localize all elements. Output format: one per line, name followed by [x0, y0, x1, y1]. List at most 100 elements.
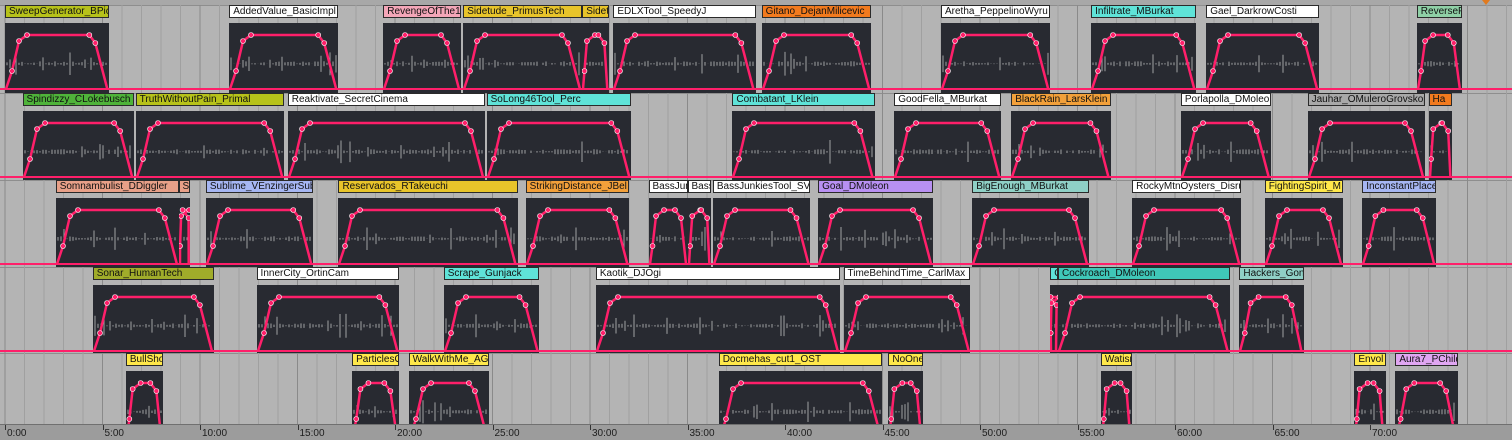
automation-breakpoint[interactable]	[59, 243, 66, 249]
audio-clip[interactable]: EDLXTool_SpeedyJ	[613, 5, 756, 93]
clip-waveform-area[interactable]	[178, 198, 191, 268]
audio-clip[interactable]: BassJunkiesTool_SV	[712, 180, 811, 268]
automation-breakpoint[interactable]	[495, 207, 501, 213]
automation-breakpoint[interactable]	[454, 300, 461, 306]
audio-clip[interactable]: Combatant_LKlein	[732, 93, 875, 181]
automation-breakpoint[interactable]	[155, 207, 162, 213]
automation-breakpoint[interactable]	[315, 32, 322, 38]
clip-name[interactable]: FightingSpirit_M	[1264, 180, 1343, 193]
automation-breakpoint[interactable]	[793, 215, 800, 221]
automation-breakpoint[interactable]	[382, 302, 388, 308]
automation-breakpoint[interactable]	[248, 32, 255, 38]
automation-breakpoint[interactable]	[210, 243, 216, 249]
audio-clip[interactable]: ReverseP	[1416, 5, 1462, 93]
automation-breakpoint[interactable]	[1248, 300, 1254, 306]
track-lane-2[interactable]: Spindizzy_CLokebusch TruthWithoutPain_Pri…	[0, 93, 1512, 181]
automation-breakpoint[interactable]	[671, 207, 678, 213]
automation-breakpoint[interactable]	[1450, 40, 1457, 46]
automation-breakpoint[interactable]	[847, 330, 854, 336]
automation-breakpoint[interactable]	[947, 294, 954, 300]
automation-breakpoint[interactable]	[913, 120, 919, 126]
automation-breakpoint[interactable]	[96, 330, 103, 336]
clip-name[interactable]: RockyMtnOysters_Disru	[1132, 180, 1242, 193]
automation-breakpoint[interactable]	[1283, 207, 1290, 213]
audio-clip[interactable]: StrikingDistance_JBel	[525, 180, 629, 268]
automation-breakpoint[interactable]	[816, 294, 823, 300]
automation-breakpoint[interactable]	[847, 32, 854, 38]
automation-breakpoint[interactable]	[652, 213, 659, 219]
automation-breakpoint[interactable]	[1311, 156, 1318, 162]
clip-name[interactable]: Scrape_Gunjack	[443, 267, 540, 280]
automation-breakpoint[interactable]	[862, 294, 869, 300]
automation-breakpoint[interactable]	[1111, 380, 1118, 386]
automation-breakpoint[interactable]	[688, 213, 695, 219]
clip-name[interactable]: Combatant_LKlein	[732, 93, 875, 106]
automation-breakpoint[interactable]	[353, 416, 360, 422]
automation-breakpoint[interactable]	[1217, 38, 1223, 44]
automation-breakpoint[interactable]	[765, 68, 772, 74]
automation-breakpoint[interactable]	[1102, 38, 1108, 44]
automation-envelope[interactable]	[818, 208, 933, 265]
audio-clip[interactable]: BigEnough_MBurkat	[972, 180, 1090, 268]
automation-breakpoint[interactable]	[829, 213, 835, 219]
automation-breakpoint[interactable]	[899, 380, 906, 386]
automation-breakpoint[interactable]	[92, 40, 99, 46]
automation-breakpoint[interactable]	[146, 126, 153, 132]
automation-breakpoint[interactable]	[185, 215, 191, 221]
automation-breakpoint[interactable]	[419, 386, 426, 392]
clip-name[interactable]: Watism	[1100, 353, 1133, 366]
automation-breakpoint[interactable]	[139, 156, 146, 162]
automation-envelope[interactable]	[941, 33, 1050, 90]
automation-breakpoint[interactable]	[290, 207, 296, 213]
automation-breakpoint[interactable]	[732, 32, 739, 38]
audio-clip[interactable]: Spindizzy_CLokebusch	[22, 93, 134, 181]
automation-breakpoint[interactable]	[1179, 40, 1186, 46]
clip-waveform-area[interactable]	[894, 111, 1002, 181]
automation-breakpoint[interactable]	[1398, 416, 1404, 422]
automation-breakpoint[interactable]	[978, 120, 985, 126]
automation-breakpoint[interactable]	[516, 294, 523, 300]
automation-breakpoint[interactable]	[357, 207, 364, 213]
automation-breakpoint[interactable]	[1050, 294, 1054, 300]
automation-breakpoint[interactable]	[1422, 38, 1428, 44]
automation-breakpoint[interactable]	[261, 120, 267, 126]
automation-breakpoint[interactable]	[1437, 380, 1444, 386]
clip-name[interactable]: BassJun	[648, 180, 688, 193]
automation-breakpoint[interactable]	[1414, 207, 1420, 213]
playhead-marker-icon[interactable]	[1482, 0, 1490, 5]
automation-breakpoint[interactable]	[738, 40, 745, 46]
automation-breakpoint[interactable]	[185, 207, 191, 213]
automation-breakpoint[interactable]	[1224, 215, 1231, 221]
clip-waveform-area[interactable]	[687, 198, 711, 268]
automation-breakpoint[interactable]	[1418, 68, 1424, 74]
automation-breakpoint[interactable]	[584, 38, 590, 44]
automation-breakpoint[interactable]	[240, 38, 247, 44]
clip-name[interactable]: ParticlesO	[352, 353, 399, 366]
automation-breakpoint[interactable]	[26, 156, 33, 162]
clip-name[interactable]: GoodFella_MBurkat	[894, 93, 1002, 106]
automation-breakpoint[interactable]	[677, 215, 684, 221]
audio-clip[interactable]: InnerCity_OrtinCam	[256, 267, 399, 355]
automation-breakpoint[interactable]	[111, 294, 118, 300]
automation-breakpoint[interactable]	[196, 302, 203, 308]
automation-breakpoint[interactable]	[471, 388, 478, 394]
automation-breakpoint[interactable]	[1365, 380, 1371, 386]
automation-envelope[interactable]	[338, 208, 518, 265]
automation-breakpoint[interactable]	[857, 128, 864, 134]
automation-breakpoint[interactable]	[1210, 68, 1216, 74]
automation-breakpoint[interactable]	[751, 120, 758, 126]
automation-breakpoint[interactable]	[41, 120, 48, 126]
audio-clip[interactable]: Kaotik_DJOgi	[595, 267, 840, 355]
automation-breakpoint[interactable]	[617, 68, 624, 74]
automation-breakpoint[interactable]	[822, 302, 829, 308]
automation-breakpoint[interactable]	[905, 126, 911, 132]
automation-breakpoint[interactable]	[1275, 213, 1282, 219]
clip-waveform-area[interactable]	[1050, 285, 1059, 355]
clip-waveform-area[interactable]	[525, 198, 629, 268]
automation-breakpoint[interactable]	[103, 300, 110, 306]
automation-breakpoint[interactable]	[387, 388, 394, 394]
automation-breakpoint[interactable]	[1033, 40, 1039, 46]
automation-breakpoint[interactable]	[1218, 207, 1225, 213]
audio-clip[interactable]: Porlapolla_DMoleon	[1180, 93, 1271, 181]
automation-breakpoint[interactable]	[178, 213, 184, 219]
